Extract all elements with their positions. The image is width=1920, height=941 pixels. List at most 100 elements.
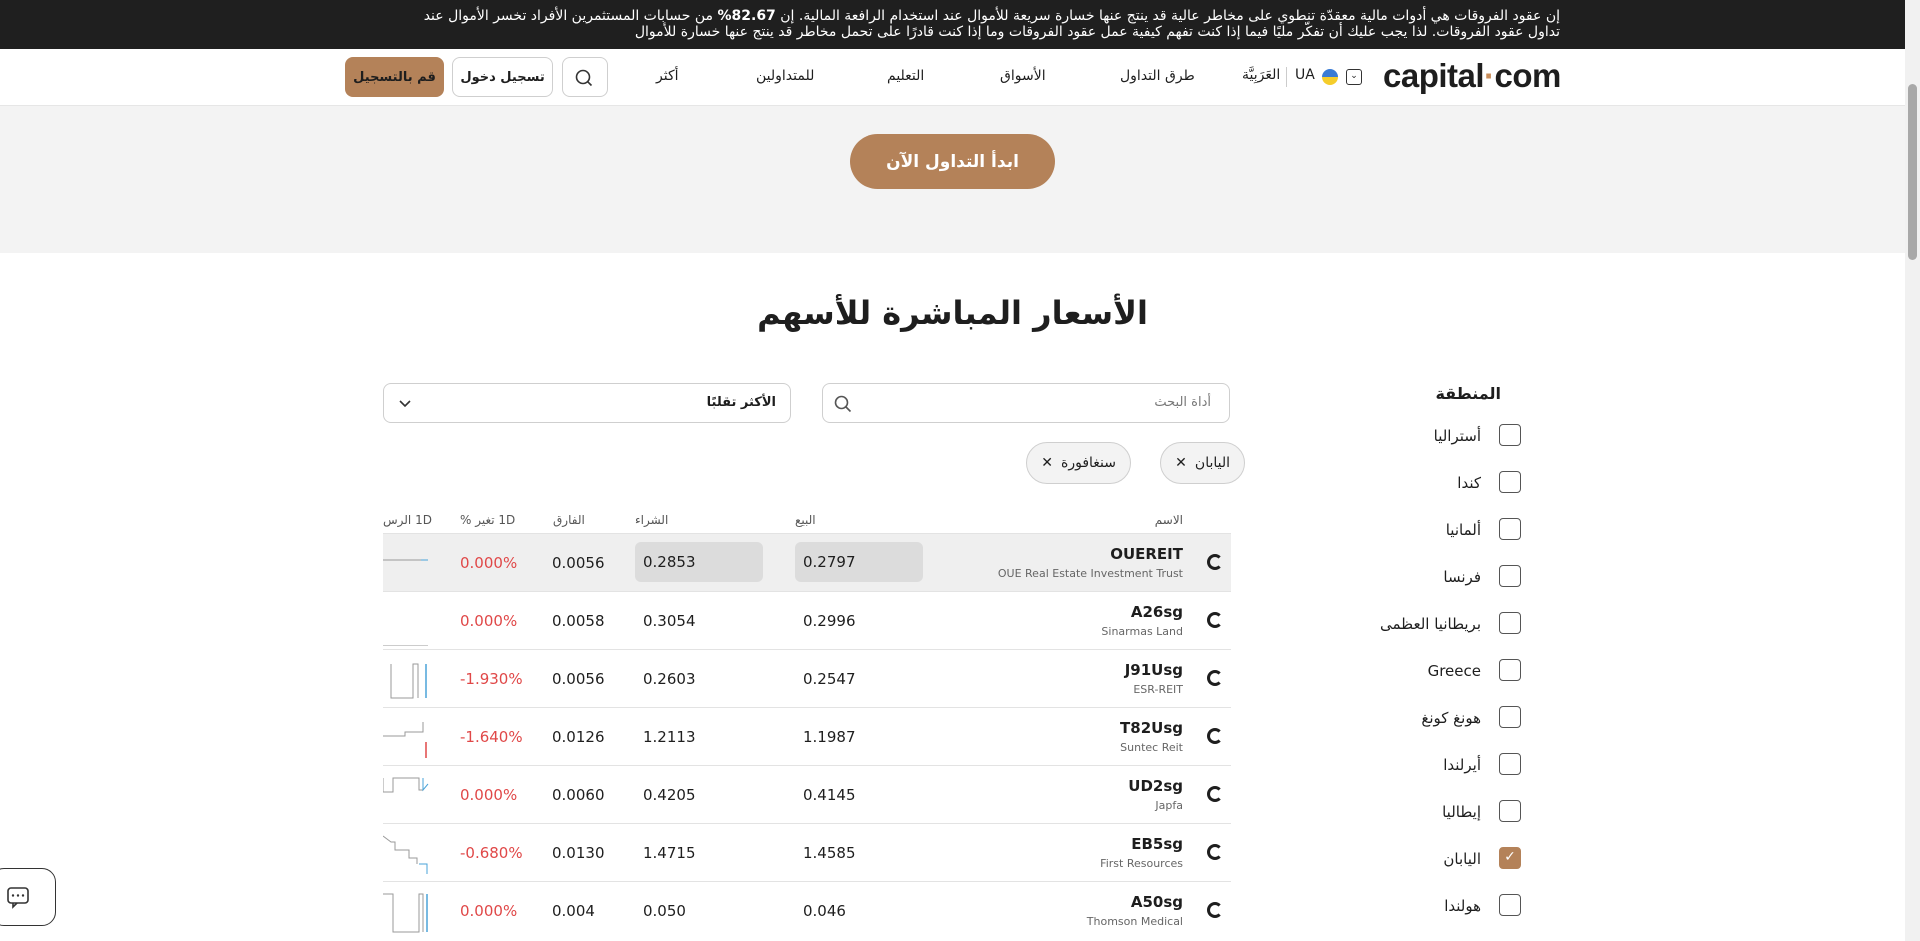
- table-row[interactable]: A50sg Thomson Medical 0.046 0.050 0.004 0.000…: [383, 881, 1231, 939]
- checkbox[interactable]: [1499, 424, 1521, 446]
- ticker[interactable]: A50sg: [1131, 893, 1183, 911]
- region-label: Greece: [1427, 662, 1481, 680]
- spread-value: 0.0056: [552, 670, 605, 688]
- region-code[interactable]: UA: [1295, 67, 1315, 83]
- spread-value: 0.004: [552, 902, 595, 920]
- region-label: فرنسا: [1443, 568, 1481, 586]
- ticker[interactable]: UD2sg: [1128, 777, 1183, 795]
- checkbox[interactable]: [1499, 518, 1521, 540]
- chat-icon: [7, 887, 29, 909]
- nav-item-markets[interactable]: الأسواق: [1000, 68, 1046, 84]
- sort-dropdown[interactable]: الأكثر تقلبًا: [383, 383, 791, 423]
- checkbox[interactable]: [1499, 706, 1521, 728]
- nav-item-more[interactable]: أكثر: [656, 68, 679, 84]
- region-filter-item[interactable]: هولندا: [1341, 894, 1521, 918]
- checkbox[interactable]: [1499, 800, 1521, 822]
- change-value: 0.000%: [460, 612, 518, 630]
- buy-price[interactable]: 1.2113: [643, 728, 696, 746]
- ukraine-flag-icon: [1322, 69, 1338, 85]
- sell-price[interactable]: 1.4585: [803, 844, 856, 862]
- sell-price[interactable]: 0.2547: [803, 670, 856, 688]
- filter-chip-singapore[interactable]: سنغافورة ✕: [1026, 442, 1131, 484]
- checkbox[interactable]: [1499, 565, 1521, 587]
- chevron-down-icon[interactable]: ⌄: [1346, 69, 1362, 85]
- capital-brand-icon: [1207, 844, 1223, 860]
- scrollbar-thumb[interactable]: [1908, 84, 1917, 260]
- ticker[interactable]: J91Usg: [1125, 661, 1183, 679]
- login-button[interactable]: تسجيل دخول: [452, 57, 553, 97]
- search-button[interactable]: [562, 57, 608, 97]
- chat-button[interactable]: [0, 868, 56, 926]
- risk-warning-banner: إن عقود الفروقات هي أدوات مالية معقدّة ت…: [0, 0, 1905, 49]
- search-icon: [834, 395, 852, 413]
- page-scrollbar[interactable]: [1905, 0, 1920, 941]
- filter-chip-japan[interactable]: اليابان ✕: [1160, 442, 1245, 484]
- nav-item-traders[interactable]: للمتداولين: [756, 68, 814, 84]
- ticker[interactable]: OUEREIT: [1110, 545, 1183, 563]
- change-value: -0.680%: [460, 844, 523, 862]
- sell-price[interactable]: 0.2996: [803, 612, 856, 630]
- checkbox[interactable]: [1499, 894, 1521, 916]
- checkbox[interactable]: [1499, 612, 1521, 634]
- spread-value: 0.0056: [552, 554, 605, 572]
- checkbox[interactable]: ✓: [1499, 847, 1521, 869]
- capital-brand-icon: [1207, 612, 1223, 628]
- change-value: 0.000%: [460, 902, 518, 920]
- sparkline-chart: [383, 645, 428, 646]
- checkbox[interactable]: [1499, 659, 1521, 681]
- table-row[interactable]: UD2sg Japfa 0.4145 0.4205 0.0060 0.000%: [383, 765, 1231, 823]
- buy-price[interactable]: 0.4205: [643, 786, 696, 804]
- sell-price-button[interactable]: 0.2797: [795, 542, 923, 582]
- sparkline-chart: [383, 559, 428, 561]
- chevron-down-icon: [399, 400, 411, 408]
- nav-item-trading-ways[interactable]: طرق التداول: [1120, 68, 1195, 84]
- region-filter-item[interactable]: ✓ اليابان: [1341, 847, 1521, 871]
- hero-section: ابدأ التداول الآن: [0, 106, 1905, 253]
- checkbox[interactable]: [1499, 471, 1521, 493]
- region-label: إيطاليا: [1442, 803, 1481, 821]
- region-filter-item[interactable]: ألمانيا: [1341, 518, 1521, 542]
- table-row[interactable]: J91Usg ESR-REIT 0.2547 0.2603 0.0056 -1.930%: [383, 649, 1231, 707]
- region-filter-item[interactable]: هونغ كونغ: [1341, 706, 1521, 730]
- region-filter-item[interactable]: بريطانيا العظمى: [1341, 612, 1521, 636]
- ticker[interactable]: A26sg: [1131, 603, 1183, 621]
- region-label: أيرلندا: [1443, 756, 1481, 774]
- region-filter-item[interactable]: أيرلندا: [1341, 753, 1521, 777]
- region-label: أستراليا: [1433, 427, 1481, 445]
- signup-button[interactable]: قم بالتسجيل: [345, 57, 444, 97]
- checkbox[interactable]: [1499, 753, 1521, 775]
- top-navbar: capital·com ⌄ UA العَرَبِيَّة طرق التداو…: [0, 49, 1905, 106]
- search-input[interactable]: أداة البحث: [822, 383, 1230, 423]
- capital-com-logo[interactable]: capital·com: [1383, 57, 1561, 95]
- region-filter-item[interactable]: فرنسا: [1341, 565, 1521, 589]
- start-trading-button[interactable]: ابدأ التداول الآن: [850, 134, 1055, 189]
- region-filter-item[interactable]: Greece: [1341, 659, 1521, 683]
- buy-price[interactable]: 0.2603: [643, 670, 696, 688]
- buy-price[interactable]: 0.3054: [643, 612, 696, 630]
- sell-price[interactable]: 0.4145: [803, 786, 856, 804]
- language-selector[interactable]: العَرَبِيَّة: [1242, 67, 1280, 83]
- table-row[interactable]: T82Usg Suntec Reit 1.1987 1.2113 0.0126 -1.64…: [383, 707, 1231, 765]
- table-row[interactable]: A26sg Sinarmas Land 0.2996 0.3054 0.0058 0.00…: [383, 591, 1231, 649]
- region-label: كندا: [1457, 474, 1481, 492]
- change-value: -1.930%: [460, 670, 523, 688]
- region-filter-item[interactable]: كندا: [1341, 471, 1521, 495]
- ticker[interactable]: T82Usg: [1120, 719, 1183, 737]
- table-row[interactable]: EB5sg First Resources 1.4585 1.4715 0.0130 -0…: [383, 823, 1231, 881]
- close-icon[interactable]: ✕: [1041, 455, 1053, 471]
- region-filter-item[interactable]: إيطاليا: [1341, 800, 1521, 824]
- buy-price[interactable]: 0.050: [643, 902, 686, 920]
- buy-price[interactable]: 1.4715: [643, 844, 696, 862]
- sell-price[interactable]: 1.1987: [803, 728, 856, 746]
- header-buy: الشراء: [635, 513, 669, 527]
- sell-price[interactable]: 0.046: [803, 902, 846, 920]
- header-name: الاسم: [1154, 513, 1183, 527]
- table-row[interactable]: OUEREIT OUE Real Estate Investment Trust 0…: [383, 533, 1231, 591]
- region-filter-item[interactable]: أستراليا: [1341, 424, 1521, 448]
- nav-item-education[interactable]: التعليم: [887, 68, 924, 84]
- close-icon[interactable]: ✕: [1175, 455, 1187, 471]
- capital-brand-icon: [1207, 902, 1223, 918]
- ticker[interactable]: EB5sg: [1131, 835, 1183, 853]
- buy-price-button[interactable]: 0.2853: [635, 542, 763, 582]
- capital-brand-icon: [1207, 728, 1223, 744]
